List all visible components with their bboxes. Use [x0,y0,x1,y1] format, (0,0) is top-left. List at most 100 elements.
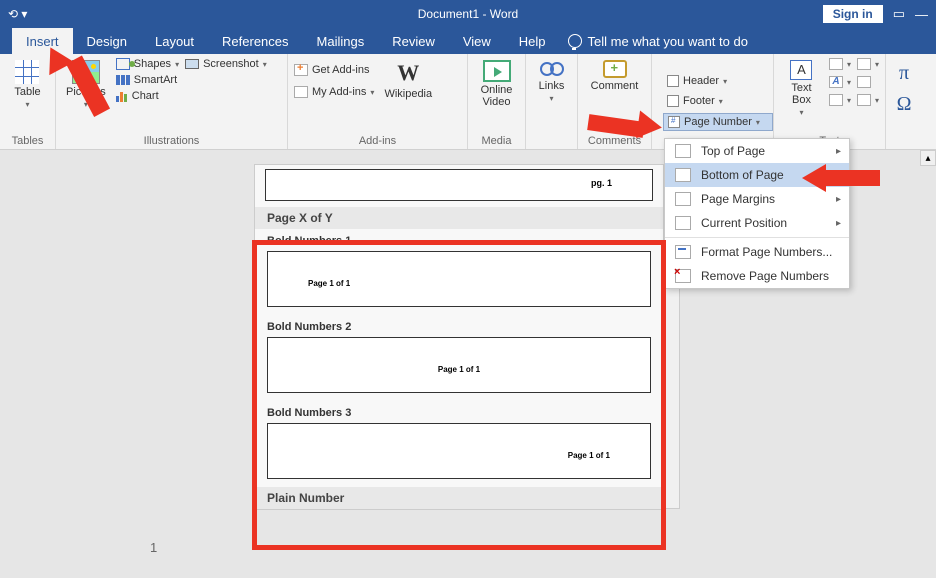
header-label: Header [683,75,719,87]
signin-button[interactable]: Sign in [823,5,883,23]
footer-label: Footer [683,95,715,107]
chart-icon [116,90,128,102]
bulb-icon [568,34,582,48]
gallery-item-label: Bold Numbers 3 [255,401,663,421]
current-pos-icon [675,216,691,230]
tab-review[interactable]: Review [378,28,449,54]
preview-footer-text: Page 1 of 1 [308,279,350,288]
chevron-right-icon: ▸ [836,194,841,205]
table-button[interactable]: Table ▾ [10,58,44,111]
chart-label: Chart [132,90,159,102]
tab-mailings[interactable]: Mailings [303,28,379,54]
wikipedia-icon: W [397,60,419,86]
tab-layout[interactable]: Layout [141,28,208,54]
pictures-label: Pictures [66,86,106,98]
wordart-button[interactable]: A▾ [829,76,851,88]
header-footer-commands: Header▾ Footer▾ Page Number▾ [663,73,773,131]
chevron-right-icon: ▸ [836,218,841,229]
comment-button[interactable]: Comment [587,58,643,94]
page-top-icon [675,144,691,158]
get-addins-button[interactable]: Get Add-ins [294,64,374,76]
tab-help[interactable]: Help [505,28,560,54]
group-label-illustrations: Illustrations [62,133,281,147]
sigline-button[interactable]: ▾ [857,58,879,70]
ribbon: Table ▾ Tables Pictures ▾ Shapes▾ SmartA… [0,54,936,150]
group-label-addins: Add-ins [294,133,461,147]
datetime-button[interactable] [857,76,879,88]
chart-button[interactable]: Chart [116,90,179,102]
menu-format-page-numbers[interactable]: Format Page Numbers... [665,240,849,264]
gallery-item-bold2[interactable]: Page 1 of 1 [267,337,651,393]
menu-label: Page Margins [701,192,775,206]
page-margins-icon [675,192,691,206]
menu-bottom-of-page[interactable]: Bottom of Page▸ [665,163,849,187]
table-label: Table [14,86,40,98]
header-icon [667,75,679,87]
page-number-display: 1 [150,540,157,555]
page-number-button[interactable]: Page Number▾ [663,113,773,131]
gallery-preview-current[interactable]: pg. 1 [265,169,653,201]
remove-icon [675,269,691,283]
menu-label: Top of Page [701,144,765,158]
page-number-menu: Top of Page▸ Bottom of Page▸ Page Margin… [664,138,850,289]
links-label: Links [539,80,565,92]
chevron-down-icon: ▾ [25,100,29,109]
wikipedia-label: Wikipedia [384,88,432,100]
header-button[interactable]: Header▾ [663,73,773,89]
tell-me-search[interactable]: Tell me what you want to do [568,28,748,54]
equation-icon[interactable]: π [899,62,909,85]
screenshot-button[interactable]: Screenshot▾ [185,58,267,70]
menu-current-position[interactable]: Current Position▸ [665,211,849,235]
window-title: Document1 - Word [418,7,518,21]
qa-toolbar[interactable]: ⟲ ▾ [8,7,27,21]
symbol-icon[interactable]: Ω [897,93,912,116]
gallery-section-plain: Plain Number [255,487,663,509]
pagenumber-icon [668,116,680,128]
minimize-icon[interactable]: — [915,7,928,22]
textbox-button[interactable]: A Text Box ▾ [780,58,823,119]
quickparts-button[interactable]: ▾ [829,58,851,70]
pictures-button[interactable]: Pictures ▾ [62,58,110,111]
my-addins-label: My Add-ins [312,86,366,98]
wordart-icon: A [829,76,843,88]
get-addins-label: Get Add-ins [312,64,369,76]
dropcap-button[interactable]: ▾ [829,94,851,106]
online-video-button[interactable]: Online Video [474,58,519,110]
gallery-item-bold1[interactable]: Page 1 of 1 [267,251,651,307]
signature-icon [857,58,871,70]
gallery-item-bold3[interactable]: Page 1 of 1 [267,423,651,479]
menu-remove-page-numbers[interactable]: Remove Page Numbers [665,264,849,288]
menu-page-margins[interactable]: Page Margins ▸ [665,187,849,211]
chevron-down-icon: ▾ [84,100,88,109]
tab-insert[interactable]: Insert [12,28,73,54]
links-button[interactable]: Links ▾ [535,58,569,105]
group-symbols: π Ω [886,54,922,149]
ribbon-tabs: Insert Design Layout References Mailings… [0,28,936,54]
screenshot-icon [185,59,199,69]
wikipedia-button[interactable]: W Wikipedia [380,58,436,102]
tab-design[interactable]: Design [73,28,141,54]
footer-button[interactable]: Footer▾ [663,93,773,109]
object-button[interactable]: ▾ [857,94,879,106]
scroll-up-button[interactable]: ▴ [920,150,936,166]
gallery-item-label: Bold Numbers 1 [255,229,663,249]
format-icon [675,245,691,259]
pagenumber-label: Page Number [684,116,752,128]
pictures-icon [72,60,100,84]
tab-references[interactable]: References [208,28,302,54]
group-label-links [532,145,571,147]
my-addins-button[interactable]: My Add-ins▾ [294,86,374,98]
group-label-media: Media [474,133,519,147]
comment-icon [603,60,627,78]
tab-view[interactable]: View [449,28,505,54]
menu-label: Remove Page Numbers [701,269,829,283]
ribbon-display-icon[interactable]: ▭ [893,6,905,22]
menu-top-of-page[interactable]: Top of Page▸ [665,139,849,163]
smartart-button[interactable]: SmartArt [116,74,179,86]
group-addins: Get Add-ins My Add-ins▾ W Wikipedia Add-… [288,54,468,149]
shapes-label: Shapes [134,58,171,70]
group-comments: Comment Comments [578,54,652,149]
store-icon [294,64,308,76]
shapes-button[interactable]: Shapes▾ [116,58,179,70]
chevron-right-icon: ▸ [836,170,841,181]
